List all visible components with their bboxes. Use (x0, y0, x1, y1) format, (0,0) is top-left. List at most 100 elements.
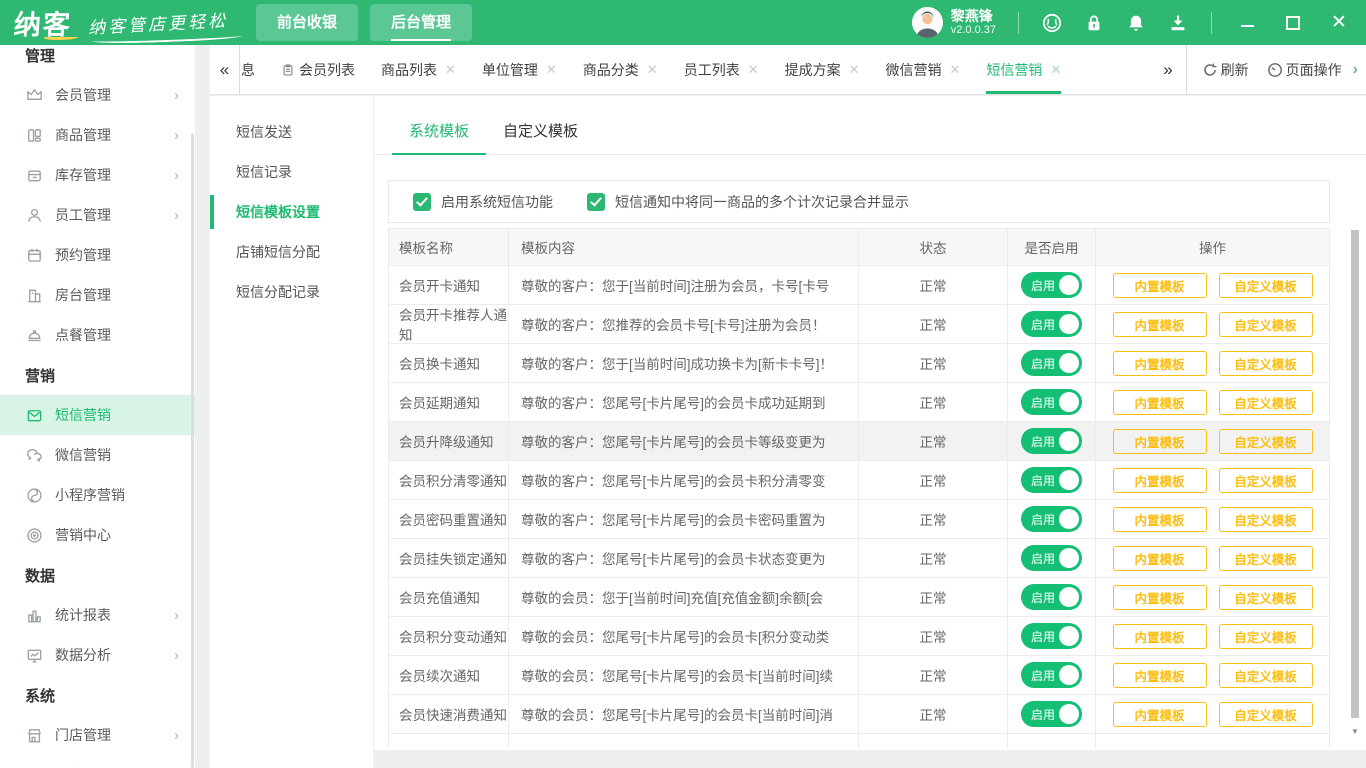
enable-toggle[interactable]: 启用 (1021, 506, 1082, 532)
tab-close-icon[interactable]: ✕ (748, 62, 759, 78)
sidebar-item-员工管理[interactable]: 员工管理› (0, 195, 195, 235)
sidebar-item-点餐管理[interactable]: 点餐管理 (0, 315, 195, 355)
sidebar-item-小程序营销[interactable]: 小程序营销 (0, 475, 195, 515)
submenu-item-短信模板设置[interactable]: 短信模板设置 (210, 192, 373, 232)
page-tab[interactable]: 商品列表✕ (381, 45, 456, 94)
builtin-template-button[interactable]: 内置模板 (1113, 273, 1207, 298)
checkbox-checked-icon[interactable] (587, 193, 605, 211)
enable-toggle[interactable]: 启用 (1021, 623, 1082, 649)
sidebar-item-统计报表[interactable]: 统计报表› (0, 595, 195, 635)
enable-toggle[interactable]: 启用 (1021, 701, 1082, 727)
builtin-template-button[interactable]: 内置模板 (1113, 390, 1207, 415)
merge-count-records-checkbox[interactable]: 短信通知中将同一商品的多个计次记录合并显示 (587, 192, 909, 212)
custom-template-button[interactable]: 自定义模板 (1219, 624, 1313, 649)
tab-close-icon[interactable]: ✕ (445, 62, 456, 78)
window-close-button[interactable]: ✕ (1330, 14, 1348, 32)
user-info[interactable]: 黎燕锋 v2.0.0.37 (912, 7, 996, 38)
builtin-template-button[interactable]: 内置模板 (1113, 702, 1207, 727)
custom-template-button[interactable]: 自定义模板 (1219, 585, 1313, 610)
tab-close-icon[interactable]: ✕ (647, 62, 658, 78)
window-minimize-button[interactable] (1238, 14, 1256, 32)
bell-icon[interactable] (1125, 12, 1147, 34)
tab-close-icon[interactable]: ✕ (546, 62, 557, 78)
avatar[interactable] (912, 7, 943, 38)
enable-toggle[interactable]: 启用 (1021, 428, 1082, 454)
sidebar-item-系统设置[interactable]: 系统设置› (0, 755, 195, 768)
builtin-template-button[interactable]: 内置模板 (1113, 429, 1207, 454)
enable-toggle[interactable]: 启用 (1021, 389, 1082, 415)
custom-template-button[interactable]: 自定义模板 (1219, 351, 1313, 376)
page-tab[interactable]: 员工列表✕ (684, 45, 759, 94)
enable-toggle[interactable]: 启用 (1021, 662, 1082, 688)
checkbox-checked-icon[interactable] (413, 193, 431, 211)
page-tab[interactable]: 商品分类✕ (583, 45, 658, 94)
enable-system-sms-checkbox[interactable]: 启用系统短信功能 (413, 192, 553, 212)
custom-template-button[interactable]: 自定义模板 (1219, 663, 1313, 688)
custom-template-button[interactable]: 自定义模板 (1219, 468, 1313, 493)
builtin-template-button[interactable]: 内置模板 (1113, 663, 1207, 688)
builtin-template-button[interactable]: 内置模板 (1113, 546, 1207, 571)
custom-template-button[interactable]: 自定义模板 (1219, 702, 1313, 727)
enable-toggle[interactable]: 启用 (1021, 350, 1082, 376)
enable-toggle[interactable]: 启用 (1021, 272, 1082, 298)
submenu-item-短信记录[interactable]: 短信记录 (210, 152, 373, 192)
sidebar-item-微信营销[interactable]: 微信营销 (0, 435, 195, 475)
sidebar-item-房台管理[interactable]: 房台管理 (0, 275, 195, 315)
builtin-template-button[interactable]: 内置模板 (1113, 585, 1207, 610)
lock-icon[interactable] (1083, 12, 1105, 34)
enable-toggle[interactable]: 启用 (1021, 545, 1082, 571)
service-headset-icon[interactable] (1041, 12, 1063, 34)
page-tab[interactable]: 微信营销✕ (886, 45, 961, 94)
tabs-scroll-left-button[interactable]: « (210, 45, 240, 94)
top-nav-admin-button[interactable]: 后台管理 (370, 4, 472, 41)
sidebar-item-商品管理[interactable]: 商品管理› (0, 115, 195, 155)
builtin-template-button[interactable]: 内置模板 (1113, 312, 1207, 337)
scrollbar-down-arrow-icon[interactable]: ▼ (1349, 727, 1361, 736)
enable-toggle[interactable]: 启用 (1021, 311, 1082, 337)
builtin-template-button[interactable]: 内置模板 (1113, 468, 1207, 493)
template-name-cell: 会员开卡推荐人通知 (389, 305, 509, 343)
window-maximize-button[interactable] (1284, 14, 1302, 32)
enable-toggle[interactable]: 启用 (1021, 584, 1082, 610)
sidebar-item-预约管理[interactable]: 预约管理 (0, 235, 195, 275)
submenu-item-店铺短信分配[interactable]: 店铺短信分配 (210, 232, 373, 272)
custom-template-button[interactable]: 自定义模板 (1219, 507, 1313, 532)
builtin-template-button[interactable]: 内置模板 (1113, 507, 1207, 532)
custom-template-button[interactable]: 自定义模板 (1219, 546, 1313, 571)
table-scrollbar-thumb[interactable] (1351, 230, 1359, 718)
tab-close-icon[interactable]: ✕ (950, 62, 961, 78)
tab-custom-template[interactable]: 自定义模板 (486, 120, 595, 154)
sidebar-scrollbar[interactable] (191, 133, 194, 768)
page-tab[interactable]: 单位管理✕ (482, 45, 557, 94)
page-tab[interactable]: 信息 (240, 45, 255, 94)
submenu-item-短信分配记录[interactable]: 短信分配记录 (210, 272, 373, 312)
page-tab[interactable]: 提成方案✕ (785, 45, 860, 94)
sidebar-item-营销中心[interactable]: 营销中心 (0, 515, 195, 555)
page-tab[interactable]: 短信营销✕ (986, 45, 1061, 94)
top-nav-pos-button[interactable]: 前台收银 (256, 4, 358, 41)
tab-close-icon[interactable]: ✕ (849, 62, 860, 78)
custom-template-button[interactable]: 自定义模板 (1219, 273, 1313, 298)
enable-toggle[interactable]: 启用 (1021, 467, 1082, 493)
tabs-scroll-right-button[interactable]: » (1150, 60, 1185, 80)
table-scrollbar[interactable]: ▼ (1349, 230, 1361, 744)
tab-system-template[interactable]: 系统模板 (392, 120, 486, 154)
submenu-item-短信发送[interactable]: 短信发送 (210, 112, 373, 152)
builtin-template-button[interactable]: 内置模板 (1113, 351, 1207, 376)
custom-template-button[interactable]: 自定义模板 (1219, 429, 1313, 454)
sidebar-item-会员管理[interactable]: 会员管理› (0, 75, 195, 115)
more-actions-chevron-icon[interactable]: › (1351, 61, 1366, 79)
builtin-template-button[interactable]: 内置模板 (1113, 624, 1207, 649)
tab-close-icon[interactable]: ✕ (1050, 62, 1061, 78)
chevron-right-icon: › (174, 87, 179, 104)
page-tab[interactable]: 会员列表 (281, 45, 355, 94)
sidebar-item-短信营销[interactable]: 短信营销 (0, 395, 195, 435)
refresh-button[interactable]: 刷新 (1202, 60, 1249, 80)
page-operations-button[interactable]: 页面操作 (1267, 60, 1342, 80)
sidebar-item-数据分析[interactable]: 数据分析› (0, 635, 195, 675)
custom-template-button[interactable]: 自定义模板 (1219, 312, 1313, 337)
sidebar-item-库存管理[interactable]: 库存管理› (0, 155, 195, 195)
custom-template-button[interactable]: 自定义模板 (1219, 390, 1313, 415)
download-icon[interactable] (1167, 12, 1189, 34)
sidebar-item-门店管理[interactable]: 门店管理› (0, 715, 195, 755)
